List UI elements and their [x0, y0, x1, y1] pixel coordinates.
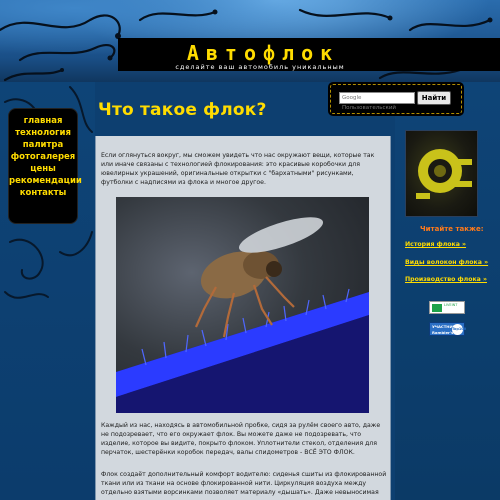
- rambler-badge-line2: Rambler's: [432, 330, 454, 335]
- site-header: Автофлок сделайте ваш автомобиль уникаль…: [0, 0, 500, 82]
- counter-icon: [432, 304, 442, 312]
- body-paragraph-2: Флок создаёт дополнительный комфорт води…: [101, 471, 387, 496]
- flocked-part-illustration: [416, 149, 472, 199]
- nav-item-contacts[interactable]: контакты: [9, 187, 77, 199]
- nav-item-technology[interactable]: технология: [9, 127, 77, 139]
- fly-photo: [116, 197, 369, 413]
- nav-item-recommendations[interactable]: рекомендации: [9, 175, 82, 187]
- fly-on-flock-illustration: [116, 217, 369, 413]
- counter-badge-label: LIVEINT: [444, 303, 458, 307]
- link-flock-history[interactable]: История флока »: [405, 241, 500, 248]
- site-tagline: сделайте ваш автомобиль уникальным: [175, 63, 345, 71]
- nav-item-home[interactable]: главная: [9, 115, 77, 127]
- body-paragraph-1: Каждый из нас, находясь в автомобильной …: [101, 422, 381, 456]
- nav-item-palette[interactable]: палитра: [9, 139, 77, 151]
- search-input[interactable]: Google Пользовательский: [339, 92, 415, 111]
- rambler-badge-count: Top100: [452, 324, 466, 335]
- search-box: Google Пользовательский Найти: [328, 82, 464, 116]
- search-button[interactable]: Найти: [417, 91, 451, 105]
- main-content: Если оглянуться вокруг, мы сможем увидет…: [95, 136, 391, 500]
- rambler-top100-badge[interactable]: УЧАСТНИК Rambler's Top100: [429, 322, 466, 336]
- counter-badge[interactable]: LIVEINT: [429, 301, 465, 314]
- nav-item-prices[interactable]: цены: [9, 163, 77, 175]
- read-also-heading: Читайте также:: [420, 225, 484, 233]
- site-title[interactable]: Автофлок: [163, 41, 363, 65]
- link-flock-production[interactable]: Производство флока »: [405, 276, 500, 283]
- main-nav: главная технология палитра фотогалерея ц…: [8, 108, 82, 224]
- page-title: Что такое флок?: [98, 100, 267, 120]
- nav-item-gallery[interactable]: фотогалерея: [9, 151, 77, 163]
- intro-paragraph: Если оглянуться вокруг, мы сможем увидет…: [101, 152, 375, 186]
- flocked-part-thumbnail[interactable]: [405, 130, 478, 217]
- link-flock-fiber-types[interactable]: Виды волокон флока »: [405, 259, 500, 266]
